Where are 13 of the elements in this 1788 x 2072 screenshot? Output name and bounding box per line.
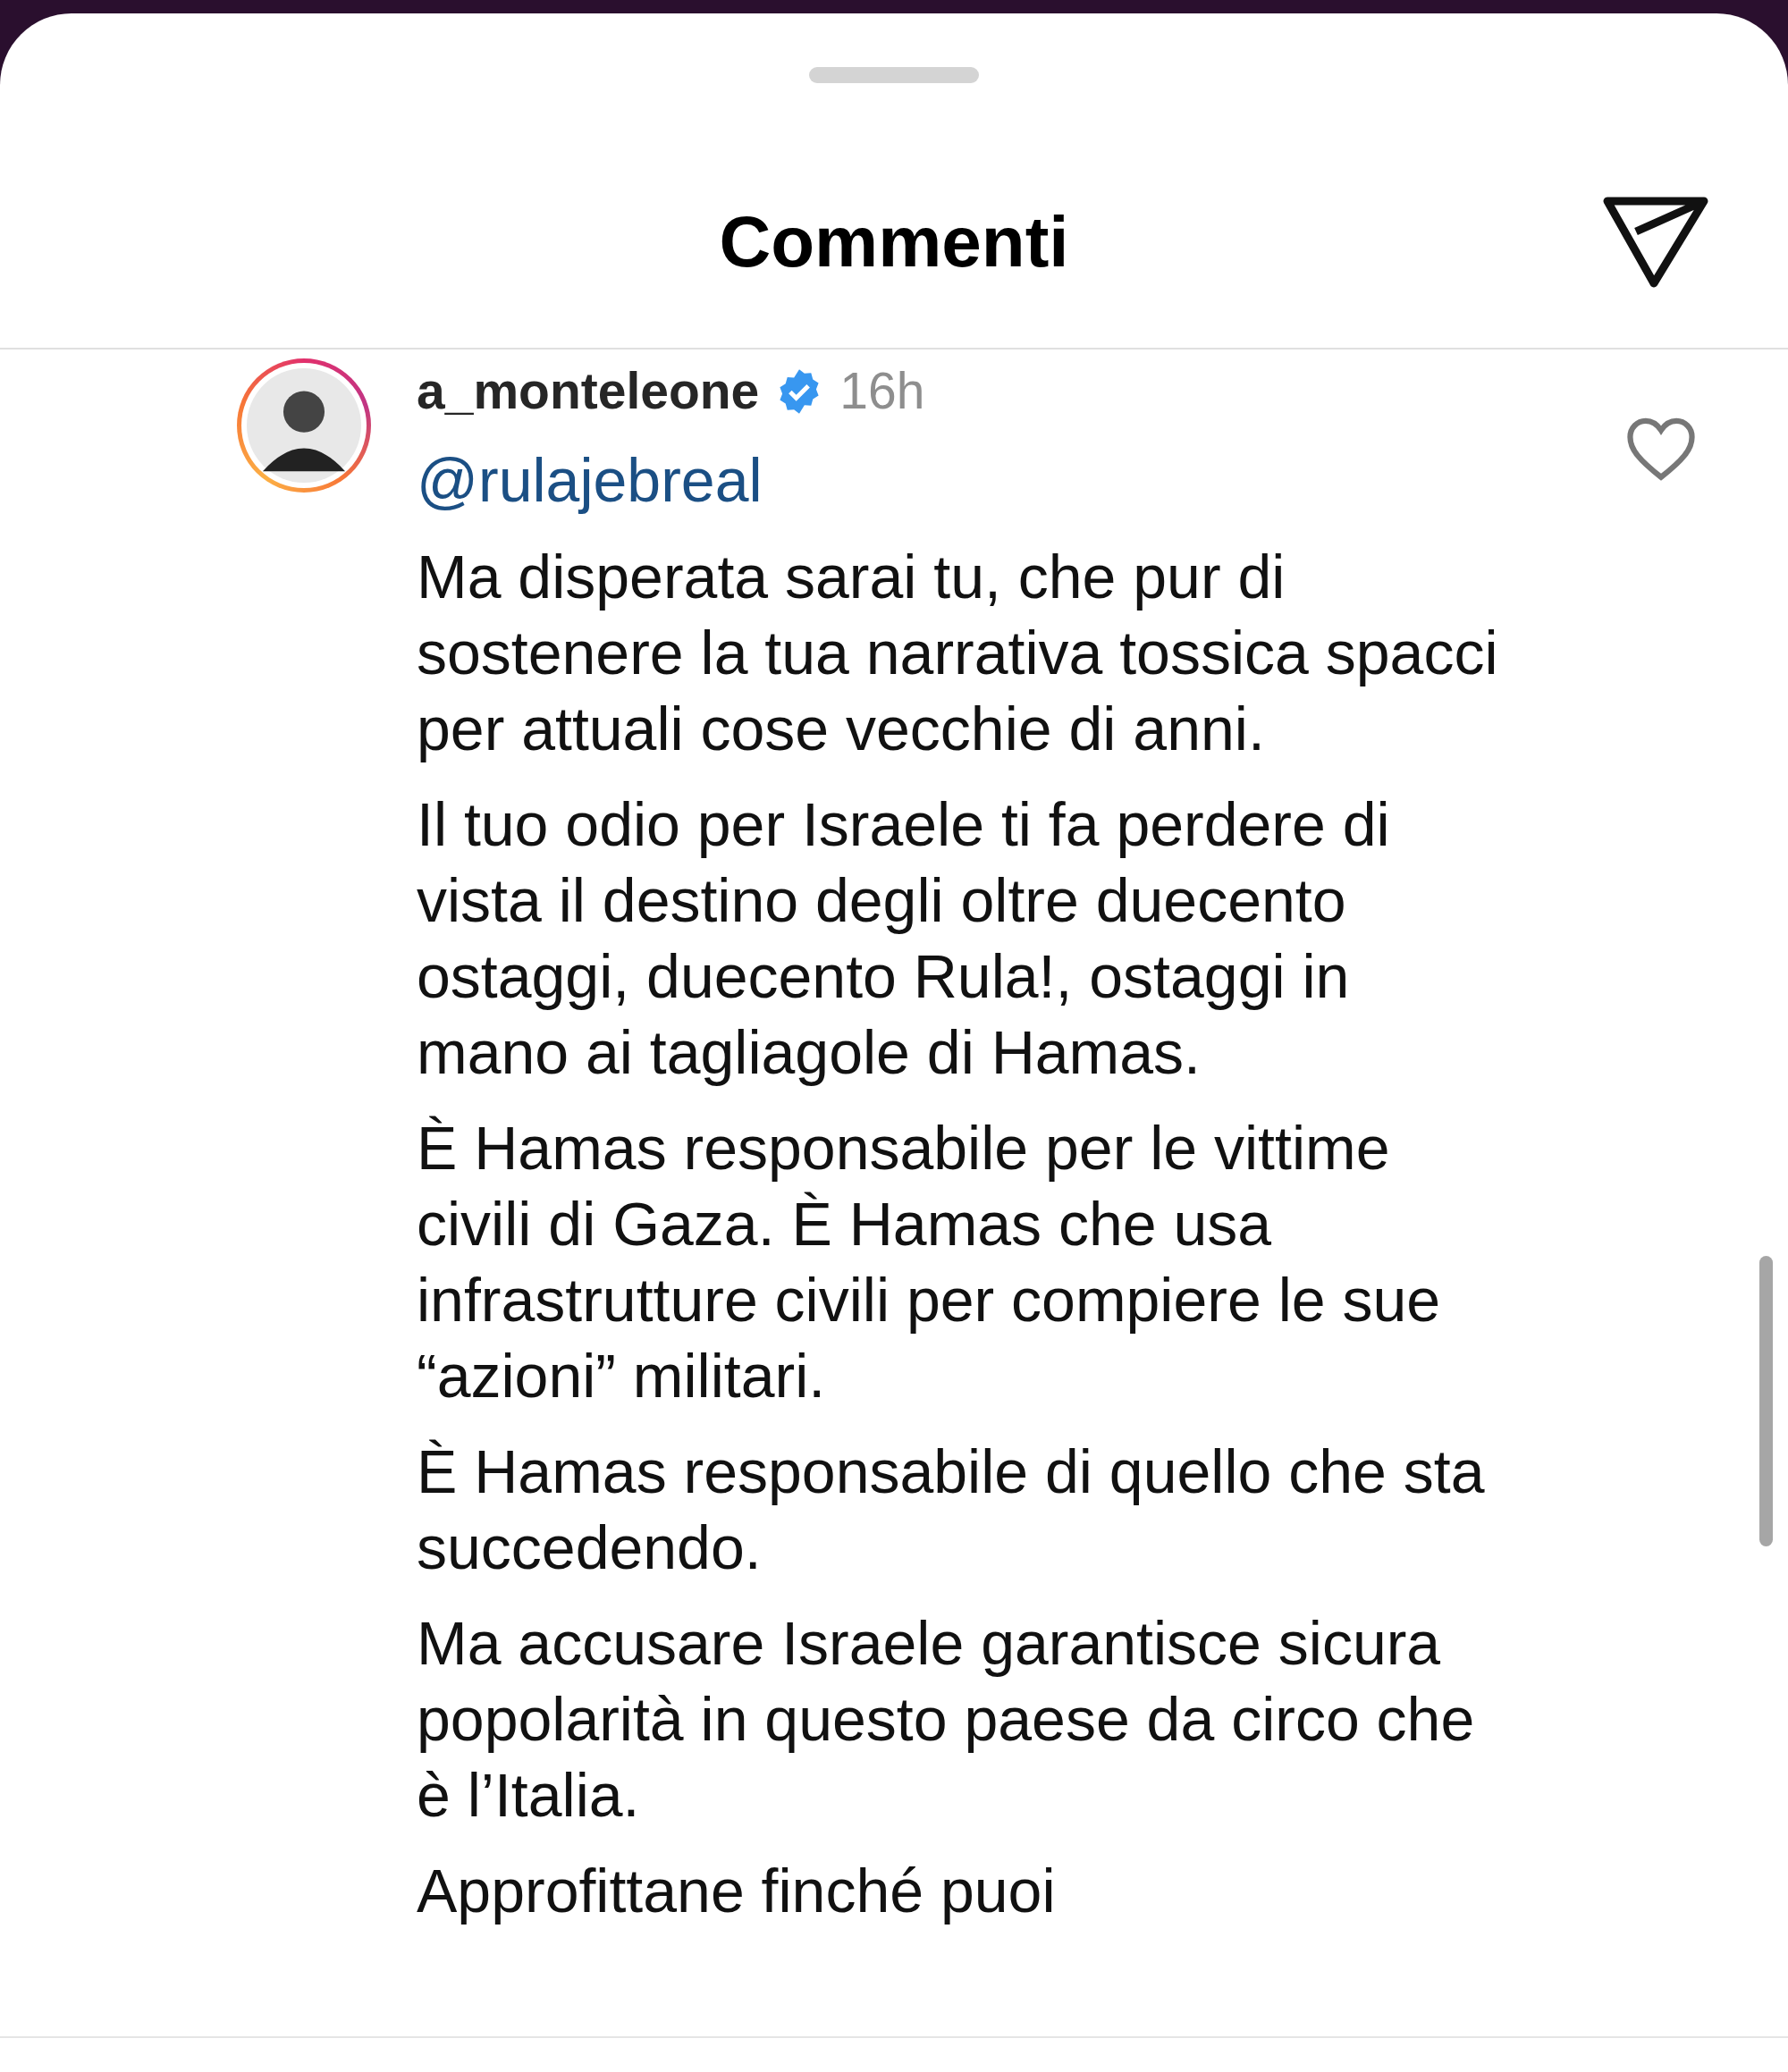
sheet-title: Commenti [719,201,1069,283]
scrollbar[interactable] [1759,1256,1773,1546]
username[interactable]: a_monteleone [417,358,760,430]
comment-paragraph: Ma accusare Israele garantisce sicura popolarità in questo paese da circo che è l’Italia. [417,1608,1476,1831]
comment-paragraph: È Hamas responsabile di quello che sta succedendo. [417,1436,1486,1583]
comment-time: 16h [839,361,925,422]
drag-handle[interactable] [809,67,979,83]
mention-link[interactable]: @rulajebreal [417,444,763,516]
comment-paragraph: Ma disperata sarai tu, che pur di sostenere la tua narrativa tossica spacci per attuali cose vecchie di anni. [417,542,1499,764]
comment-paragraph: Il tuo odio per Israele ti fa perdere di vista il destino degli oltre duecento ostaggi, duecento Rula!, ostaggi in mano ai tagliagole di Hamas. [417,789,1391,1088]
comment-paragraph: Approfittane finché puoi [417,1856,1057,1926]
comment-paragraph: È Hamas responsabile per le vittime civili di Gaza. È Hamas che usa infrastrutture civili per compiere le sue “azioni” militari. [417,1113,1442,1411]
send-icon[interactable] [1602,196,1709,290]
